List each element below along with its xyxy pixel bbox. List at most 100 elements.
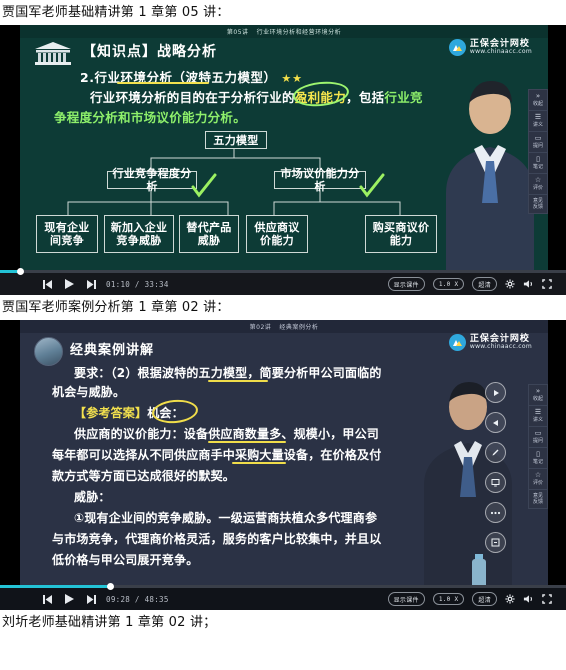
settings-gear-icon[interactable] [505,594,515,604]
sidepanel-item-handout[interactable]: ☰ 讲义 [529,406,547,427]
video-2-time-separator: / [134,594,140,604]
sidepanel-label-ask: 提问 [532,143,543,149]
slide-2-avatar-icon [34,337,63,366]
fab-pen-icon[interactable] [485,442,506,463]
list-icon: ☰ [534,408,542,416]
slide-2-line-10: 低价格与甲公司展开竞争。 [52,553,199,567]
sidepanel-item-ask[interactable]: ▭ 提问 [529,427,547,448]
slide-2-line-4: 供应商的议价能力：设备供应商数量多、规模小，甲公司 [74,427,380,441]
video-player-2[interactable]: 第02讲 经典案例分析 经典案例讲解 要求：（2）根据波特的五力模型，简要分析甲… [0,320,566,610]
star-icon: ☆ [534,176,542,184]
slide-2-title: 经典案例讲解 [70,343,155,358]
sidepanel-label-feedback: 意见 反馈 [532,493,543,505]
sidepanel-item-collapse[interactable]: » 收起 [529,90,547,111]
video-2-total-time: 48:35 [144,594,169,604]
previous-lesson-button[interactable] [42,594,53,605]
video-1-control-bar[interactable]: 01:10 / 33:34 显示课件 1.0 X 超清 [0,268,566,295]
playback-speed-button[interactable]: 1.0 X [432,593,465,605]
sidepanel-label-collapse: 收起 [532,101,543,107]
slide-2-underline-3 [232,462,286,464]
quality-button[interactable]: 超清 [472,277,497,291]
slide-2-line-5: 每年都可以选择从不同供应商手中采购大量设备，在价格及付 [52,448,382,462]
diagram-node-leaf: 替代产品 威胁 [179,215,239,253]
diagram-node-leaf: 新加入企业 竞争威胁 [104,215,174,253]
fab-screenshot-icon[interactable] [485,472,506,493]
sidepanel-item-handout[interactable]: ☰ 讲义 [529,111,547,132]
sidepanel-label-rating: 评价 [532,185,543,191]
chat-bubble-icon: ▭ [534,134,542,142]
video-1-progress-handle[interactable] [16,268,24,275]
fab-more-icon[interactable] [485,502,506,523]
slide-2-line-8: ①现有企业间的竞争威胁。一级运营商扶植众多代理商参 [74,511,378,525]
fullscreen-icon[interactable] [542,594,552,604]
sidepanel-label-notes: 笔记 [532,459,543,465]
fab-play-icon[interactable] [485,382,506,403]
volume-icon[interactable] [523,594,534,604]
water-bottle [470,554,488,588]
sidepanel-label-feedback: 意见 反馈 [532,198,543,210]
video-player-1[interactable]: 第05讲 行业环境分析和经营环境分析 【知识点】战略分析 2.行业环境分析（波特… [0,25,566,295]
video-2-progress-handle[interactable] [107,583,115,590]
courseware-toggle-button[interactable]: 显示课件 [387,277,425,291]
brand-logo: 正保会计网校 www.chinaacc.com [448,334,532,351]
courseware-toggle-button[interactable]: 显示课件 [387,592,425,606]
slide-2-line-7: 威胁： [74,490,111,504]
play-button[interactable] [64,593,75,605]
note-icon: ▯ [536,155,540,163]
brand-mark-icon [448,334,466,351]
sidepanel-item-notes[interactable]: ▯ 笔记 [529,153,547,174]
playback-speed-button[interactable]: 1.0 X [432,278,465,290]
sidepanel-label-notes: 笔记 [532,164,543,170]
sidepanel-label-handout: 讲义 [532,417,543,423]
checkmark-annotation-right [358,173,385,199]
sidepanel-item-rating[interactable]: ☆ 评价 [529,174,547,195]
video-2-control-bar[interactable]: 09:28 / 48:35 显示课件 1.0 X 超清 [0,583,566,610]
diagram-node-leaf: 现有企业 间竞争 [36,215,98,253]
video-2-side-panel[interactable]: » 收起 ☰ 讲义 ▭ 提问 ▯ 笔记 ☆ 评价 意见 反馈 [528,384,548,509]
video-1-progress-bar[interactable] [0,268,566,275]
slide-2-circle-annotation [151,398,199,425]
caption-video-3: 刘圻老师基础精讲第 1 章第 02 讲； [2,615,217,630]
slide-2-ref-answer-tag: 【参考答案】 [74,406,148,420]
chat-bubble-icon: ▭ [534,429,542,437]
video-1-total-time: 33:34 [144,279,169,289]
video-2-stage[interactable]: 第02讲 经典案例分析 经典案例讲解 要求：（2）根据波特的五力模型，简要分析甲… [20,320,548,588]
volume-icon[interactable] [523,279,534,289]
settings-gear-icon[interactable] [505,279,515,289]
caption-video-2: 贾国军老师案例分析第 1 章第 02 讲： [2,300,230,315]
video-2-progress-bar[interactable] [0,583,566,590]
brand-url: www.chinaacc.com [469,343,532,351]
sidepanel-item-notes[interactable]: ▯ 笔记 [529,448,547,469]
star-icon: ☆ [534,471,542,479]
slide-2-line-6: 款方式等方面已达成很好的默契。 [52,469,236,483]
sidepanel-item-feedback[interactable]: 意见 反馈 [529,195,547,213]
sidepanel-label-collapse: 收起 [532,396,543,402]
next-lesson-button[interactable] [86,594,97,605]
fullscreen-icon[interactable] [542,279,552,289]
diagram-node-leaf: 购买商议价 能力 [365,215,437,253]
next-lesson-button[interactable] [86,279,97,290]
sidepanel-item-rating[interactable]: ☆ 评价 [529,469,547,490]
slide-2-line-2: 机会与威胁。 [52,385,126,399]
video-1-stage[interactable]: 第05讲 行业环境分析和经营环境分析 【知识点】战略分析 2.行业环境分析（波特… [20,25,548,273]
diagram-node-root: 五力模型 [205,131,267,149]
slide-1-content: 【知识点】战略分析 2.行业环境分析（波特五力模型） ★★ 行业环境分析的目的在… [20,25,548,273]
video-2-floating-tools[interactable] [485,382,506,553]
diagram-node-branch-right: 市场议价能力分析 [274,167,366,193]
play-button[interactable] [64,278,75,290]
sidepanel-label-ask: 提问 [532,438,543,444]
quality-button[interactable]: 超清 [472,592,497,606]
slide-2-content: 经典案例讲解 要求：（2）根据波特的五力模型，简要分析甲公司面临的 机会与威胁。… [20,320,548,588]
sidepanel-item-collapse[interactable]: » 收起 [529,385,547,406]
fab-previous-icon[interactable] [485,412,506,433]
previous-lesson-button[interactable] [42,279,53,290]
video-1-time-display: 01:10 / 33:34 [106,280,169,289]
checkmark-annotation-left [190,173,217,199]
video-1-side-panel[interactable]: » 收起 ☰ 讲义 ▭ 提问 ▯ 笔记 ☆ 评价 意见 反馈 [528,89,548,214]
fab-zoom-icon[interactable] [485,532,506,553]
caption-video-1: 贾国军老师基础精讲第 1 章第 05 讲： [2,5,230,20]
page-root: 贾国军老师基础精讲第 1 章第 05 讲： 第05讲 行业环境分析和经营环境分析 [0,0,566,670]
sidepanel-item-feedback[interactable]: 意见 反馈 [529,490,547,508]
sidepanel-item-ask[interactable]: ▭ 提问 [529,132,547,153]
sidepanel-label-rating: 评价 [532,480,543,486]
